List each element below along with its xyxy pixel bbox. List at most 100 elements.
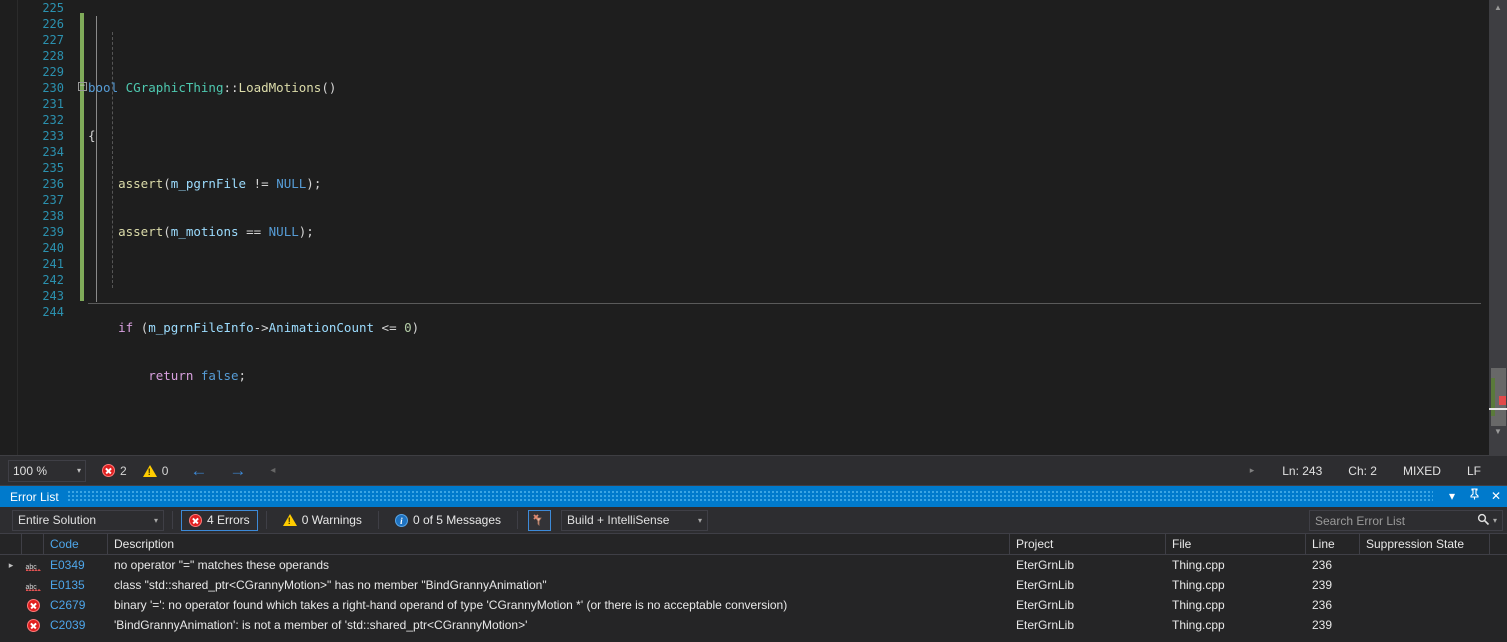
navigate-forward-icon[interactable]: → [229,461,246,481]
line-number-gutter: 2252262272282292302312322332342352362372… [18,0,70,455]
chevron-down-icon[interactable]: ▾ [154,516,158,525]
errors-filter-button[interactable]: 4 Errors [181,510,258,531]
row-expand-icon[interactable] [0,615,22,635]
error-circle-icon [189,514,202,527]
status-warning-count-value: 0 [162,464,169,478]
error-list-toolbar: Entire Solution ▾ 4 Errors 0 Warnings i … [0,507,1507,534]
status-warning-count[interactable]: 0 [143,464,169,478]
search-icon[interactable] [1477,513,1490,529]
line-number: 240 [18,240,64,256]
search-error-list-input[interactable]: Search Error List ▾ [1309,510,1503,531]
intellisense-abc-glyph: abc [26,559,41,572]
row-description: no operator "=" matches these operands [108,555,1010,575]
build-filter-combobox[interactable]: Build + IntelliSense ▾ [561,510,708,531]
line-number: 231 [18,96,64,112]
code-text[interactable]: −bool CGraphicThing::LoadMotions() { ass… [88,0,1488,455]
titlebar-drag-dots[interactable] [67,490,1433,503]
code-editor[interactable]: 2252262272282292302312322332342352362372… [0,0,1507,455]
error-list-column-headers: Code Description Project File Line Suppr… [0,534,1507,555]
row-file: Thing.cpp [1166,575,1306,595]
row-expand-icon[interactable] [0,575,22,595]
row-code[interactable]: C2039 [44,615,108,635]
code-line[interactable]: return false; [88,368,1488,384]
chevron-down-icon[interactable]: ▾ [77,466,81,475]
code-line[interactable] [88,32,1488,48]
close-icon[interactable]: ✕ [1485,486,1507,507]
scrollbar-change-marker [1491,378,1495,416]
line-number: 232 [18,112,64,128]
column-header-description[interactable]: Description [108,534,1010,555]
row-suppression [1360,595,1490,615]
error-list-titlebar[interactable]: Error List ▾ ✕ [0,486,1507,507]
code-line[interactable]: assert(m_pgrnFile != NULL); [88,176,1488,192]
row-expand-icon[interactable] [0,595,22,615]
pin-icon-svg [1469,488,1480,500]
column-header-line[interactable]: Line [1306,534,1360,555]
chevron-down-icon[interactable]: ▾ [1441,486,1463,507]
abc-text: abc [26,578,37,596]
error-list-panel: Error List ▾ ✕ Entire Solution ▾ 4 Error… [0,485,1507,642]
chevron-down-icon[interactable]: ▾ [1493,516,1497,525]
line-number: 230 [18,80,64,96]
code-line[interactable]: −bool CGraphicThing::LoadMotions() [88,80,1488,96]
chevron-down-icon[interactable]: ▾ [698,516,702,525]
code-line[interactable]: assert(m_motions == NULL); [88,224,1488,240]
messages-filter-button[interactable]: i 0 of 5 Messages [387,510,509,531]
code-line[interactable] [88,416,1488,432]
row-suppression [1360,555,1490,575]
status-error-count-value: 2 [120,464,127,478]
intellisense-abc-icon: abc [22,555,44,575]
table-row[interactable]: ▸ abc E0349 no operator "=" matches thes… [0,555,1507,575]
table-row[interactable]: C2039 'BindGrannyAnimation': is not a me… [0,615,1507,635]
row-suppression [1360,615,1490,635]
scroll-up-icon[interactable]: ▲ [1489,0,1507,16]
editor-vertical-scrollbar[interactable]: ▲ ▼ [1489,0,1507,440]
scope-value: Entire Solution [18,513,96,527]
scrollbar-caret-marker [1489,408,1507,410]
error-list-title: Error List [10,490,59,504]
zoom-level-combobox[interactable]: 100 % ▾ [8,460,86,482]
row-project: EterGrnLib [1010,555,1166,575]
clear-filter-icon [532,513,547,528]
code-line[interactable]: { [88,128,1488,144]
pin-icon[interactable] [1463,486,1485,507]
line-number: 236 [18,176,64,192]
row-line: 239 [1306,615,1360,635]
column-header-icon[interactable] [22,534,44,555]
row-code[interactable]: E0135 [44,575,108,595]
status-overflow-icon[interactable]: ▸ [1250,465,1255,476]
scrollbar-corner [1489,440,1507,455]
status-bar-right-group: ▸ Ln: 243 Ch: 2 MIXED LF [1250,464,1507,478]
clear-filter-button[interactable] [528,510,551,531]
line-number: 225 [18,0,64,16]
column-header-file[interactable]: File [1166,534,1306,555]
column-header-code[interactable]: Code [44,534,108,555]
table-row[interactable]: C2679 binary '=': no operator found whic… [0,595,1507,615]
row-line: 236 [1306,595,1360,615]
squiggle-underline-icon [26,568,41,571]
code-line[interactable]: if (m_pgrnFileInfo->AnimationCount <= 0) [88,320,1488,336]
search-icon-svg [1477,513,1490,526]
scope-combobox[interactable]: Entire Solution ▾ [12,510,164,531]
scroll-down-icon[interactable]: ▼ [1489,424,1507,440]
info-circle-icon: i [395,514,408,527]
editor-right-edge [1481,0,1489,455]
column-header-project[interactable]: Project [1010,534,1166,555]
error-circle-glyph [27,619,40,632]
column-header-suppression[interactable]: Suppression State [1360,534,1490,555]
line-number: 233 [18,128,64,144]
error-circle-icon [102,464,115,477]
warnings-filter-button[interactable]: 0 Warnings [275,510,370,531]
row-code[interactable]: C2679 [44,595,108,615]
row-code[interactable]: E0349 [44,555,108,575]
collapse-toggle-icon[interactable]: − [78,82,87,91]
status-error-count[interactable]: 2 [102,464,127,478]
line-number: 227 [18,32,64,48]
code-line[interactable] [88,272,1488,288]
row-expand-icon[interactable]: ▸ [0,555,22,575]
table-row[interactable]: abc E0135 class "std::shared_ptr<CGranny… [0,575,1507,595]
toolbar-divider [378,511,379,529]
column-header-expand[interactable] [0,534,22,555]
navigate-back-icon[interactable]: ← [190,461,207,481]
toolbar-divider [266,511,267,529]
